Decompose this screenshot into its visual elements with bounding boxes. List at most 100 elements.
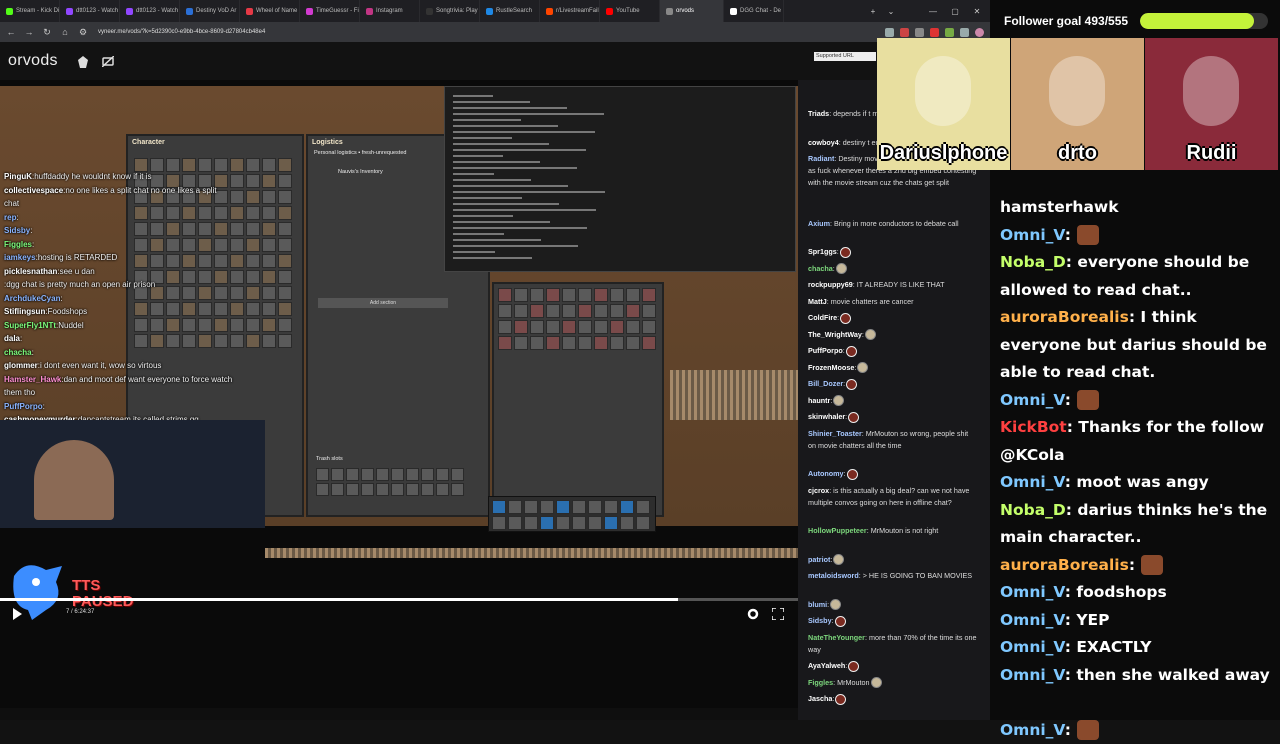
chat-username[interactable]: cjcrox bbox=[808, 486, 829, 495]
inventory-slot[interactable] bbox=[278, 206, 292, 220]
inventory-slot[interactable] bbox=[406, 483, 419, 496]
chat-username[interactable]: Figgles bbox=[808, 678, 833, 687]
url-input[interactable]: vyneer.me/vods/?k=5d2390c0-e9bb-4bce-860… bbox=[98, 29, 885, 35]
inventory-slot[interactable] bbox=[642, 304, 656, 318]
chat-username[interactable]: Sidsby bbox=[808, 616, 832, 625]
browser-tab[interactable]: orvods bbox=[660, 0, 724, 22]
inventory-slot[interactable] bbox=[546, 288, 560, 302]
star-icon[interactable] bbox=[915, 28, 924, 37]
inventory-slot[interactable] bbox=[316, 468, 329, 481]
inventory-slot[interactable] bbox=[498, 336, 512, 350]
dggl-logo-icon[interactable] bbox=[78, 56, 88, 68]
browser-tab[interactable]: Stream - Kick Di bbox=[0, 0, 60, 22]
inventory-slot[interactable] bbox=[642, 336, 656, 350]
personal-logistics-tab[interactable]: Personal logistics ▪ fresh-unrequested bbox=[314, 150, 406, 156]
inventory-slot[interactable] bbox=[562, 288, 576, 302]
inventory-slot[interactable] bbox=[436, 468, 449, 481]
inventory-slot[interactable] bbox=[562, 320, 576, 334]
chat-username[interactable]: patriot bbox=[808, 555, 830, 564]
chat-username[interactable]: Shinier_Toaster bbox=[808, 429, 862, 438]
inventory-slot[interactable] bbox=[626, 288, 640, 302]
extension-icon[interactable] bbox=[885, 28, 894, 37]
site-name[interactable]: orvods bbox=[8, 52, 58, 70]
inventory-slot[interactable] bbox=[514, 288, 528, 302]
chat-username[interactable]: Axium bbox=[808, 219, 830, 228]
chat-username[interactable]: Radiant bbox=[808, 154, 834, 163]
chat-username[interactable]: HollowPuppeteer bbox=[808, 526, 867, 535]
inventory-slot[interactable] bbox=[530, 304, 544, 318]
inventory-slot[interactable] bbox=[278, 318, 292, 332]
inventory-slot[interactable] bbox=[562, 336, 576, 350]
forward-icon[interactable]: → bbox=[22, 25, 36, 39]
inventory-slot[interactable] bbox=[451, 468, 464, 481]
inventory-slot[interactable] bbox=[546, 304, 560, 318]
inventory-slot[interactable] bbox=[278, 222, 292, 236]
quickbar-slot[interactable] bbox=[588, 516, 602, 530]
quickbar-slot[interactable] bbox=[492, 516, 506, 530]
extension-icon[interactable] bbox=[945, 28, 954, 37]
inventory-slot[interactable] bbox=[498, 320, 512, 334]
inventory-slot[interactable] bbox=[610, 320, 624, 334]
chat-username[interactable]: hauntr bbox=[808, 396, 830, 405]
browser-tab[interactable]: YouTube bbox=[600, 0, 660, 22]
inventory-slot[interactable] bbox=[361, 483, 374, 496]
inventory-slot[interactable] bbox=[578, 304, 592, 318]
request-grid[interactable] bbox=[498, 288, 656, 350]
inventory-slot[interactable] bbox=[642, 320, 656, 334]
chat-username[interactable]: NateTheYounger bbox=[808, 633, 865, 642]
inventory-slot[interactable] bbox=[278, 254, 292, 268]
inventory-slot[interactable] bbox=[626, 336, 640, 350]
quickbar-slot[interactable] bbox=[508, 500, 522, 514]
maximize-button[interactable]: ▢ bbox=[944, 0, 966, 22]
chat-username[interactable]: The_WrightWay bbox=[808, 330, 862, 339]
quickbar-slot[interactable] bbox=[572, 500, 586, 514]
inventory-slot[interactable] bbox=[376, 468, 389, 481]
quickbar-slot[interactable] bbox=[540, 500, 554, 514]
inventory-slot[interactable] bbox=[391, 483, 404, 496]
chat-username[interactable]: MattJ bbox=[808, 297, 827, 306]
quickbar-slot[interactable] bbox=[524, 500, 538, 514]
site-info-icon[interactable]: ⚙ bbox=[76, 25, 90, 39]
chat-username[interactable]: Spr1ggs bbox=[808, 247, 837, 256]
quickbar-slot[interactable] bbox=[540, 516, 554, 530]
quickbar-slot[interactable] bbox=[588, 500, 602, 514]
chat-username[interactable]: chacha bbox=[808, 264, 833, 273]
browser-tab[interactable]: Songtrivia: Play bbox=[420, 0, 480, 22]
inventory-slot[interactable] bbox=[406, 468, 419, 481]
inventory-slot[interactable] bbox=[594, 336, 608, 350]
quickbar-slot[interactable] bbox=[556, 500, 570, 514]
browser-tab[interactable]: Wheel of Name bbox=[240, 0, 300, 22]
inventory-slot[interactable] bbox=[610, 304, 624, 318]
inventory-slot[interactable] bbox=[436, 483, 449, 496]
extension-icon[interactable] bbox=[930, 28, 939, 37]
quickbar-slot[interactable] bbox=[572, 516, 586, 530]
inventory-slot[interactable] bbox=[498, 288, 512, 302]
browser-tab[interactable]: TimeGuessr - Fi bbox=[300, 0, 360, 22]
inventory-slot[interactable] bbox=[578, 336, 592, 350]
inventory-slot[interactable] bbox=[546, 320, 560, 334]
back-icon[interactable]: ← bbox=[4, 25, 18, 39]
hide-chat-icon[interactable] bbox=[102, 56, 114, 67]
tab-menu-button[interactable]: ⌄ bbox=[880, 0, 902, 22]
inventory-slot[interactable] bbox=[642, 288, 656, 302]
fullscreen-icon[interactable] bbox=[772, 608, 784, 620]
inventory-slot[interactable] bbox=[546, 336, 560, 350]
inventory-slot[interactable] bbox=[562, 304, 576, 318]
browser-tab[interactable]: DGG Chat - De bbox=[724, 0, 784, 22]
chat-username[interactable]: rockpuppy69 bbox=[808, 280, 853, 289]
browser-tab[interactable]: RustleSearch bbox=[480, 0, 540, 22]
inventory-slot[interactable] bbox=[578, 320, 592, 334]
inventory-slot[interactable] bbox=[278, 334, 292, 348]
inventory-slot[interactable] bbox=[278, 158, 292, 172]
quickbar-slot[interactable] bbox=[492, 500, 506, 514]
browser-tab[interactable]: dtt0123 - Watch bbox=[60, 0, 120, 22]
inventory-slot[interactable] bbox=[530, 320, 544, 334]
inventory-slot[interactable] bbox=[346, 468, 359, 481]
inventory-slot[interactable] bbox=[626, 304, 640, 318]
inventory-slot[interactable] bbox=[514, 320, 528, 334]
inventory-slot[interactable] bbox=[278, 190, 292, 204]
inventory-slot[interactable] bbox=[514, 336, 528, 350]
inventory-slot[interactable] bbox=[594, 288, 608, 302]
inventory-slot[interactable] bbox=[578, 288, 592, 302]
reload-icon[interactable]: ↻ bbox=[40, 25, 54, 39]
